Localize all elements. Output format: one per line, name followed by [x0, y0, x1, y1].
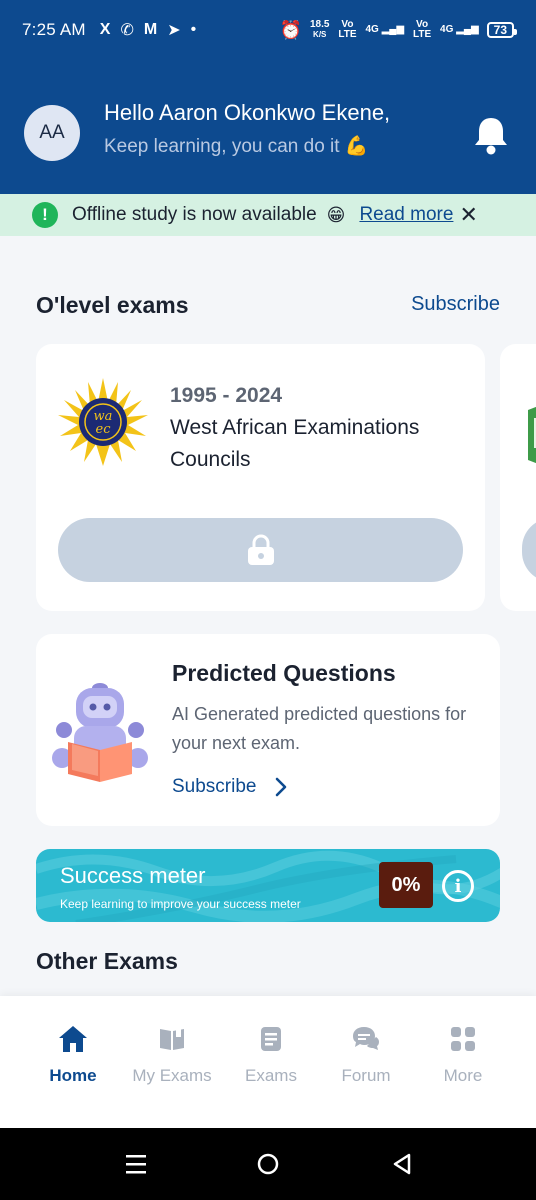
home-circle-icon[interactable]: [256, 1152, 280, 1176]
volte-1: Vo LTE: [338, 19, 357, 40]
predicted-subscribe-link[interactable]: Subscribe: [172, 776, 287, 798]
volte-2: Vo LTE: [412, 19, 432, 40]
recents-menu-icon[interactable]: [124, 1152, 148, 1176]
x-app-icon: X: [99, 21, 111, 38]
telegram-icon: ➤: [167, 22, 181, 39]
book-open-icon: [160, 1028, 184, 1050]
speed-unit: K/S: [313, 30, 327, 39]
banner-text: Offline study is now available: [72, 204, 317, 225]
locked-exam-button[interactable]: [58, 518, 463, 582]
chat-icon: [353, 1027, 379, 1050]
info-icon[interactable]: i: [442, 870, 474, 902]
waec-logo-icon: wa ec: [58, 378, 148, 466]
signal-1: 4G ▂▄▆: [365, 24, 405, 35]
main-content: O'level exams Subscribe wa ec 1995 - 202…: [0, 236, 536, 996]
chevron-right-icon: [275, 777, 286, 797]
waec-logo-text-ec: ec: [96, 422, 112, 437]
gmail-icon: M: [143, 21, 158, 38]
nav-exams-label: Exams: [245, 1066, 297, 1085]
status-right: ⏰ 18.5 K/S Vo LTE 4G ▂▄▆ Vo LTE 4G ▂▄▆ 7…: [279, 19, 518, 40]
waec-exam-card[interactable]: wa ec 1995 - 2024 West African Examinati…: [36, 344, 485, 611]
predicted-subscribe-label: Subscribe: [172, 776, 257, 797]
peek-locked-button[interactable]: [522, 518, 536, 582]
success-meter-subtitle: Keep learning to improve your success me…: [60, 897, 301, 911]
read-more-link[interactable]: Read more: [359, 204, 453, 226]
bottom-navigation: Home My Exams Exams Forum More: [0, 996, 536, 1128]
nav-my-exams-label: My Exams: [132, 1066, 212, 1085]
avatar[interactable]: AA: [24, 105, 80, 161]
predicted-title: Predicted Questions: [172, 660, 396, 686]
olevel-title: O'level exams: [36, 292, 189, 318]
network-speed: 18.5 K/S: [310, 20, 329, 40]
predicted-questions-card[interactable]: Predicted Questions AI Generated predict…: [36, 634, 500, 826]
notification-icons: X ✆ M ➤ •: [100, 20, 196, 40]
back-triangle-icon[interactable]: [390, 1152, 414, 1176]
alert-icon: !: [32, 202, 58, 228]
success-meter-title: Success meter: [60, 863, 206, 888]
exam-logo-peek-icon: [528, 406, 536, 464]
grin-emoji: 😁: [326, 204, 346, 225]
next-exam-card-peek[interactable]: [500, 344, 536, 611]
more-notifications-icon: •: [190, 21, 197, 38]
nav-forum-label: Forum: [341, 1066, 391, 1085]
speed-value: 18.5: [309, 19, 330, 30]
home-icon: [59, 1026, 87, 1052]
net1-gen: 4G: [365, 24, 379, 35]
other-exams-title: Other Exams: [36, 948, 178, 974]
system-navigation-bar: [0, 1128, 536, 1200]
nav-home[interactable]: Home: [23, 1024, 123, 1086]
success-meter-card[interactable]: Success meter Keep learning to improve y…: [36, 849, 500, 922]
olevel-subscribe-link[interactable]: Subscribe: [411, 293, 500, 316]
greeting: Hello Aaron Okonkwo Ekene,: [104, 100, 391, 125]
robot-reading-icon: [52, 683, 148, 782]
exam-name: West African Examinations Councils: [170, 416, 420, 471]
greeting-subtitle: Keep learning, you can do it 💪: [104, 136, 369, 157]
nav-more-label: More: [443, 1066, 483, 1085]
close-icon[interactable]: ✕: [459, 202, 477, 228]
nav-forum[interactable]: Forum: [316, 1024, 416, 1086]
alarm-icon: ⏰: [279, 20, 302, 40]
signal-2: 4G ▂▄▆: [440, 24, 479, 35]
bell-icon[interactable]: [472, 114, 510, 156]
nav-my-exams[interactable]: My Exams: [122, 1024, 222, 1086]
exam-years: 1995 - 2024: [170, 384, 283, 407]
battery-icon: 73: [486, 22, 518, 38]
status-time: 7:25 AM: [22, 20, 86, 39]
nav-home-label: Home: [49, 1066, 97, 1085]
offline-banner: ! Offline study is now available 😁 Read …: [0, 194, 536, 236]
document-icon: [261, 1027, 281, 1051]
lock-icon: [247, 534, 274, 565]
whatsapp-icon: ✆: [120, 22, 134, 39]
net2-gen: 4G: [440, 24, 454, 35]
predicted-description: AI Generated predicted questions for you…: [172, 704, 467, 753]
nav-more[interactable]: More: [413, 1024, 513, 1086]
grid-icon: [451, 1027, 475, 1051]
success-percent-badge: 0%: [379, 862, 433, 908]
nav-exams[interactable]: Exams: [221, 1024, 321, 1086]
status-bar: 7:25 AM X ✆ M ➤ • ⏰ 18.5 K/S Vo LTE 4G ▂…: [0, 0, 536, 60]
app-header: 7:25 AM X ✆ M ➤ • ⏰ 18.5 K/S Vo LTE 4G ▂…: [0, 0, 536, 194]
